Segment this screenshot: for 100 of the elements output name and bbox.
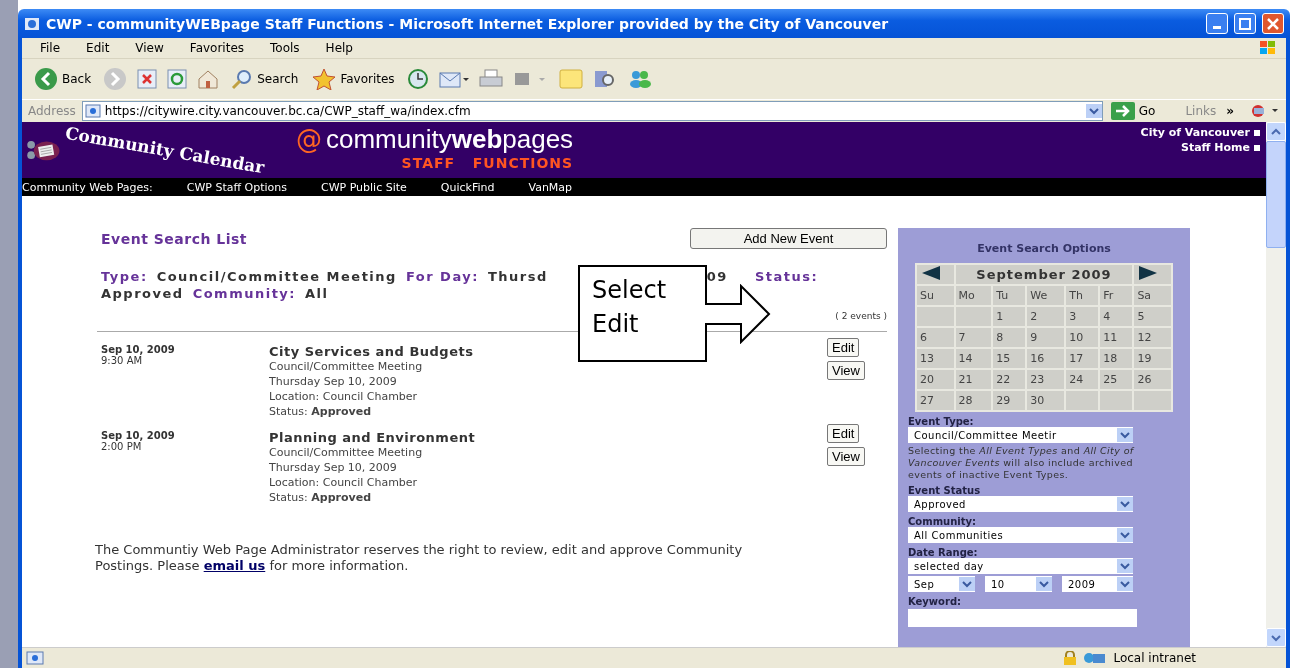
calendar-day[interactable]: 25	[1100, 370, 1133, 389]
calendar-day[interactable]: 24	[1066, 370, 1099, 389]
links-button[interactable]: Links »	[1183, 102, 1236, 120]
calendar-day[interactable]: 17	[1066, 349, 1099, 368]
dropdown-select[interactable]: Approved	[908, 496, 1133, 512]
dropdown-select[interactable]: 2009	[1062, 576, 1133, 592]
calendar-day[interactable]: 13	[917, 349, 954, 368]
menu-item[interactable]: Edit	[86, 41, 110, 55]
calendar-day[interactable]: 1	[993, 307, 1026, 326]
favorites-button[interactable]: Favorites	[310, 66, 397, 92]
event-detail: Council/Committee Meeting	[269, 359, 424, 374]
dropdown-select[interactable]: Sep	[908, 576, 975, 592]
calendar-day[interactable]: 12	[1134, 328, 1171, 347]
calendar-day[interactable]: 23	[1027, 370, 1065, 389]
footer-text: The Communtiy Web Page Administrator reserves the right to review, edit and approve Community Postings. Please email us for more information.	[95, 542, 744, 574]
calendar-day[interactable]: 28	[955, 391, 992, 410]
calendar-day[interactable]: 7	[955, 328, 992, 347]
go-button[interactable]: Go	[1108, 100, 1158, 122]
calendar-day[interactable]: 5	[1134, 307, 1171, 326]
nav-link[interactable]: VanMap	[528, 180, 573, 194]
search-button[interactable]: Search	[229, 66, 301, 92]
calendar-day[interactable]: 2	[1027, 307, 1065, 326]
page-icon	[84, 104, 101, 118]
maximize-button[interactable]	[1234, 13, 1256, 34]
window-title: CWP - communityWEBpage Staff Functions - Microsoft Internet Explorer provided by the City of Vancouver	[46, 15, 890, 32]
calendar-day[interactable]: 9	[1027, 328, 1065, 347]
event-detail: Thursday Sep 10, 2009	[269, 460, 398, 475]
banner-link[interactable]: Staff Home	[1180, 141, 1260, 154]
address-label: Address	[28, 104, 76, 118]
menu-item[interactable]: File	[40, 41, 61, 55]
calendar-day[interactable]: 22	[993, 370, 1026, 389]
home-icon	[197, 69, 220, 89]
minimize-button[interactable]	[1206, 13, 1228, 34]
address-field[interactable]: https://citywire.city.vancouver.bc.ca/CWP_staff_wa/index.cfm	[81, 101, 1103, 121]
refresh-icon	[167, 69, 188, 89]
history-icon	[406, 68, 429, 90]
event-date: Sep 10, 2009	[101, 430, 176, 441]
maximize-icon	[1239, 17, 1251, 30]
nav-link[interactable]: CWP Public Site	[320, 180, 407, 194]
calendar-day[interactable]: 14	[955, 349, 992, 368]
calendar-day[interactable]: 15	[993, 349, 1026, 368]
dropdown-select[interactable]: All Communities	[908, 527, 1133, 543]
menu-item[interactable]: Favorites	[189, 41, 245, 55]
dropdown-select[interactable]: Council/Committee Meetir	[908, 427, 1133, 443]
page-icon	[26, 651, 44, 665]
calendar-day[interactable]: 16	[1027, 349, 1065, 368]
edit-button[interactable]: Edit	[827, 424, 860, 443]
field-label: Event Status	[908, 485, 982, 496]
previous-month-icon[interactable]	[920, 265, 942, 281]
menu-item[interactable]: View	[135, 41, 164, 55]
calendar-day[interactable]: 11	[1100, 328, 1133, 347]
calendar-day[interactable]: 29	[993, 391, 1026, 410]
scrollbar[interactable]	[1266, 122, 1286, 647]
calendar-day[interactable]: 6	[917, 328, 954, 347]
keyword-field[interactable]	[908, 609, 1137, 627]
view-button[interactable]: View	[827, 447, 865, 466]
event-detail: Location: Council Chamber	[269, 475, 419, 490]
calendar-day[interactable]: 27	[917, 391, 954, 410]
weekday-label: Fr	[1100, 286, 1133, 305]
scrollbar-thumb[interactable]	[1266, 141, 1286, 248]
view-button[interactable]: View	[827, 361, 865, 380]
star-icon	[312, 68, 337, 90]
menu-item[interactable]: Help	[325, 41, 353, 55]
nav-link[interactable]: QuickFind	[440, 180, 495, 194]
panel-title: Event Search Options	[977, 242, 1111, 255]
back-button[interactable]: Back	[32, 65, 94, 93]
calendar-day[interactable]: 18	[1100, 349, 1133, 368]
event-detail: Thursday Sep 10, 2009	[269, 374, 398, 389]
dropdown-select[interactable]: selected day	[908, 558, 1133, 574]
edit-button[interactable]: Edit	[827, 338, 860, 357]
calendar-day[interactable]: 30	[1027, 391, 1065, 410]
criteria-value: Council/Committee Meeting	[156, 269, 397, 284]
nav-link[interactable]: CWP Staff Options	[186, 180, 287, 194]
weekday-label: Th	[1066, 286, 1099, 305]
criteria-value: Approved	[101, 286, 184, 301]
scroll-down-icon[interactable]	[1271, 633, 1281, 642]
calendar-day[interactable]: 8	[993, 328, 1026, 347]
criteria-label: Status:	[754, 269, 819, 284]
close-button[interactable]	[1262, 13, 1284, 34]
event-detail: Council/Committee Meeting	[269, 445, 424, 460]
event-detail: Status: Approved	[269, 404, 372, 419]
dropdown-select[interactable]: 10	[985, 576, 1052, 592]
weekday-label: Sa	[1134, 286, 1171, 305]
calendar-day[interactable]: 21	[955, 370, 992, 389]
menu-item[interactable]: Tools	[270, 41, 300, 55]
calendar-day[interactable]: 10	[1066, 328, 1099, 347]
calendar-day[interactable]: 19	[1134, 349, 1171, 368]
add-event-button[interactable]: Add New Event	[690, 228, 887, 249]
scroll-up-icon[interactable]	[1271, 127, 1281, 136]
calendar-day[interactable]: 4	[1100, 307, 1133, 326]
browser-icon	[24, 15, 40, 32]
email-link[interactable]: email us	[203, 558, 266, 573]
criteria-label: Community:	[192, 286, 297, 301]
banner-link[interactable]: City of Vancouver	[1140, 126, 1260, 139]
calendar-day[interactable]: 3	[1066, 307, 1099, 326]
criteria-label: For Day:	[405, 269, 479, 284]
calendar-day[interactable]: 20	[917, 370, 954, 389]
criteria-label: Type:	[101, 269, 148, 284]
calendar-day[interactable]: 26	[1134, 370, 1171, 389]
nav-link[interactable]: Community Web Pages:	[22, 180, 153, 194]
